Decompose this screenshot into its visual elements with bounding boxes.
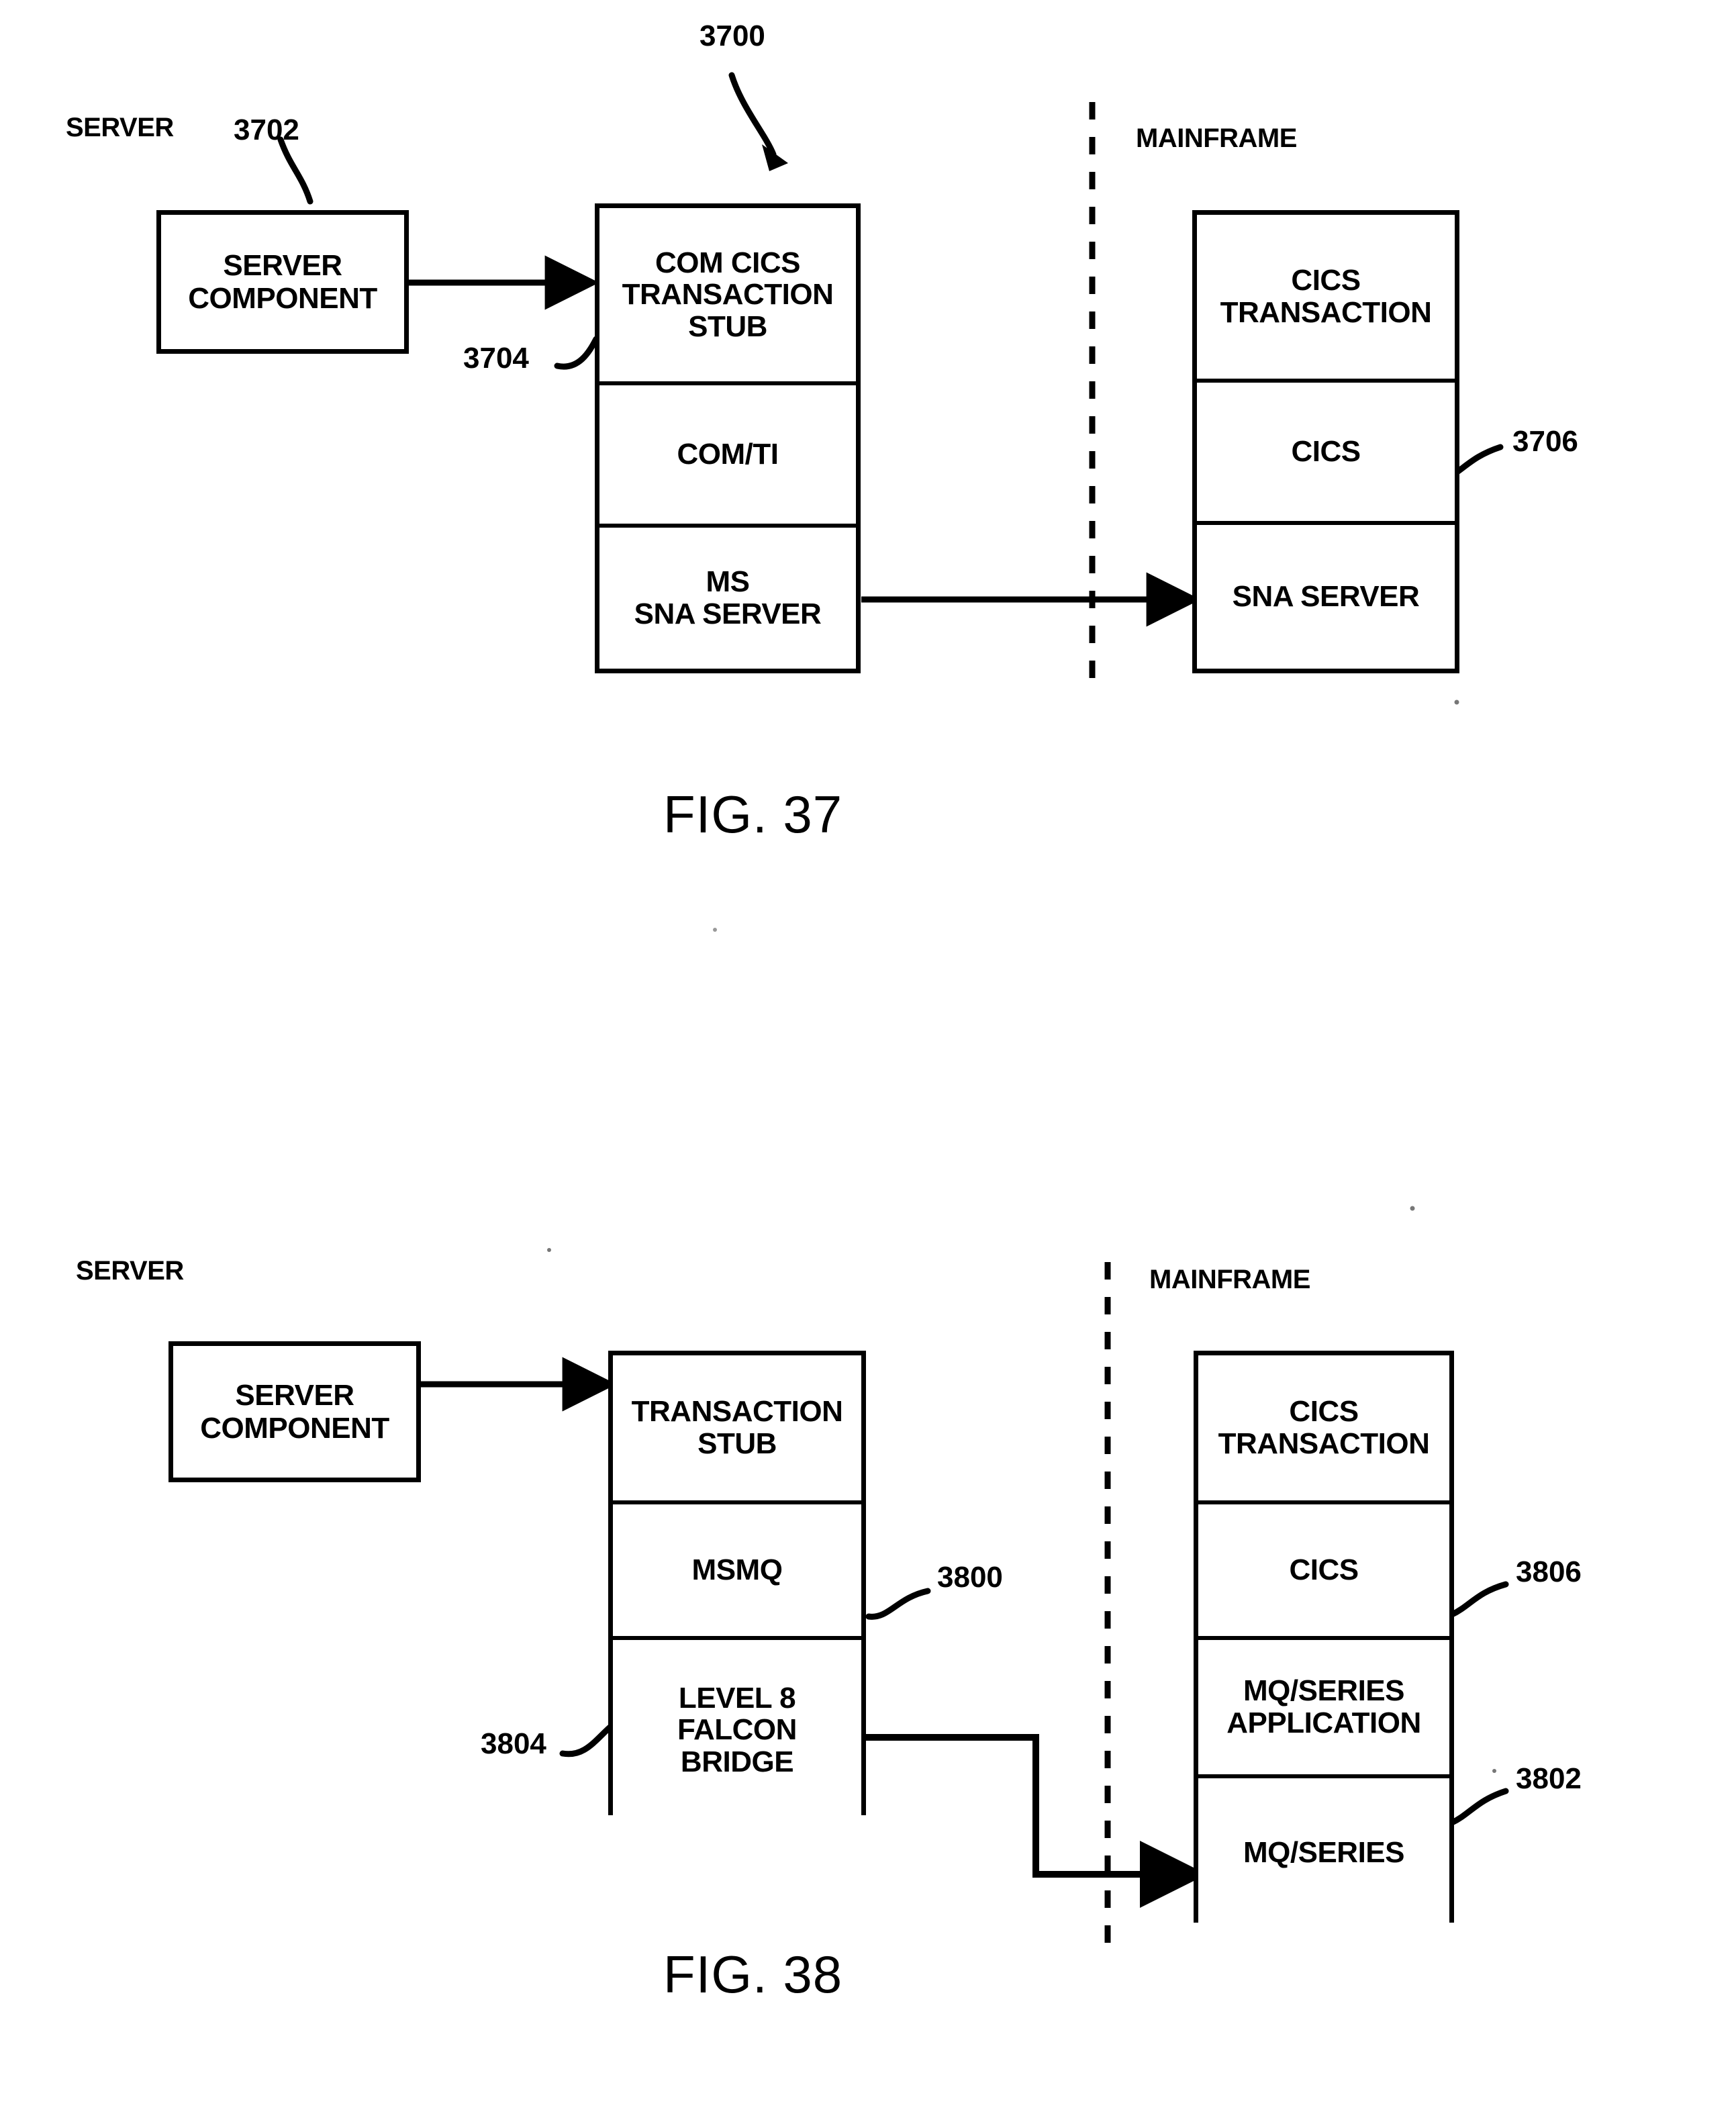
fig38-mf-cell-2-text: MQ/SERIES APPLICATION [1226, 1674, 1421, 1739]
fig37-leader-3704 [554, 336, 599, 370]
fig37-mf-cell-1-text: CICS [1291, 435, 1361, 469]
fig38-cell-msmq: MSMQ [613, 1504, 861, 1640]
fig37-server-label: SERVER [66, 113, 174, 142]
scan-speck [547, 1248, 551, 1252]
fig37-mainframe-label: MAINFRAME [1136, 124, 1297, 153]
fig37-cell-com-ti: COM/TI [599, 385, 856, 528]
fig37-server-component-text: SERVER COMPONENT [188, 248, 377, 315]
fig38-mf-cell-0-text: CICS TRANSACTION [1218, 1395, 1430, 1460]
fig38-callout-3804: 3804 [481, 1727, 546, 1760]
fig37-leader-3700-arrowhead [762, 144, 788, 171]
fig38-mf-cell-cics: CICS [1198, 1504, 1449, 1640]
fig37-leader-3702 [277, 136, 314, 205]
fig38-leader-3802 [1449, 1788, 1509, 1826]
patent-drawing-sheet: SERVER 3702 3700 3704 3706 MAINFRAME SER… [0, 0, 1736, 2120]
fig37-mf-cell-0-text: CICS TRANSACTION [1220, 264, 1432, 329]
fig38-cell-transaction-stub: TRANSACTION STUB [613, 1355, 861, 1504]
fig38-server-label: SERVER [76, 1256, 184, 1286]
fig38-leader-3806 [1449, 1581, 1509, 1618]
fig37-callout-3702: 3702 [234, 113, 299, 146]
fig38-mf-cell-mqseries-application: MQ/SERIES APPLICATION [1198, 1640, 1449, 1778]
scan-speck [1410, 1206, 1415, 1211]
fig38-connector-bridge-to-mqseries [866, 1734, 1207, 1908]
fig38-cell-level8-falcon-bridge: LEVEL 8 FALCON BRIDGE [613, 1640, 861, 1820]
fig38-mf-cell-mqseries: MQ/SERIES [1198, 1778, 1449, 1927]
fig38-mainframe-stack: CICS TRANSACTION CICS MQ/SERIES APPLICAT… [1194, 1351, 1454, 1927]
fig38-mainframe-label: MAINFRAME [1149, 1265, 1310, 1294]
fig37-mf-cell-cics: CICS [1197, 383, 1455, 525]
fig37-server-component-box: SERVER COMPONENT [156, 210, 409, 354]
fig37-cell-0-text: COM CICS TRANSACTION STUB [622, 246, 834, 343]
fig37-callout-3700: 3700 [700, 19, 765, 52]
scan-speck [1454, 700, 1459, 705]
fig37-callout-3704: 3704 [463, 342, 529, 375]
fig37-mainframe-stack: CICS TRANSACTION CICS SNA SERVER [1192, 210, 1459, 673]
fig38-leader-3800 [865, 1588, 931, 1620]
fig38-mf-cell-1-text: CICS [1289, 1553, 1359, 1587]
fig37-callout-3706: 3706 [1512, 425, 1578, 458]
fig38-cell-0-text: TRANSACTION STUB [631, 1395, 843, 1460]
fig37-cell-1-text: COM/TI [677, 438, 779, 471]
fig37-cell-2-text: MS SNA SERVER [634, 565, 822, 630]
fig37-mf-cell-cics-transaction: CICS TRANSACTION [1197, 215, 1455, 383]
fig38-server-stack: TRANSACTION STUB MSMQ LEVEL 8 FALCON BRI… [608, 1351, 866, 1820]
fig38-server-component-box: SERVER COMPONENT [168, 1341, 421, 1482]
fig38-mf-cell-cics-transaction: CICS TRANSACTION [1198, 1355, 1449, 1504]
fig37-cell-com-cics-stub: COM CICS TRANSACTION STUB [599, 208, 856, 385]
fig37-server-stack: COM CICS TRANSACTION STUB COM/TI MS SNA … [595, 203, 861, 673]
fig38-caption: FIG. 38 [663, 1945, 843, 2004]
fig38-leader-3804 [559, 1722, 616, 1757]
fig38-callout-3806: 3806 [1516, 1555, 1582, 1588]
fig38-cell-2-text: LEVEL 8 FALCON BRIDGE [677, 1681, 797, 1778]
fig38-callout-3800: 3800 [937, 1561, 1003, 1594]
scan-speck [713, 928, 717, 932]
fig38-cell-1-text: MSMQ [691, 1553, 783, 1587]
fig38-mf-cell-3-text: MQ/SERIES [1243, 1836, 1405, 1870]
fig37-caption: FIG. 37 [663, 785, 843, 844]
scan-speck [1492, 1769, 1496, 1773]
fig38-callout-3802: 3802 [1516, 1762, 1582, 1795]
fig38-server-component-text: SERVER COMPONENT [200, 1378, 389, 1445]
fig37-cell-ms-sna-server: MS SNA SERVER [599, 528, 856, 669]
fig37-mf-cell-sna-server: SNA SERVER [1197, 525, 1455, 669]
fig37-leader-3700 [728, 72, 777, 158]
fig37-mf-cell-2-text: SNA SERVER [1232, 580, 1420, 614]
